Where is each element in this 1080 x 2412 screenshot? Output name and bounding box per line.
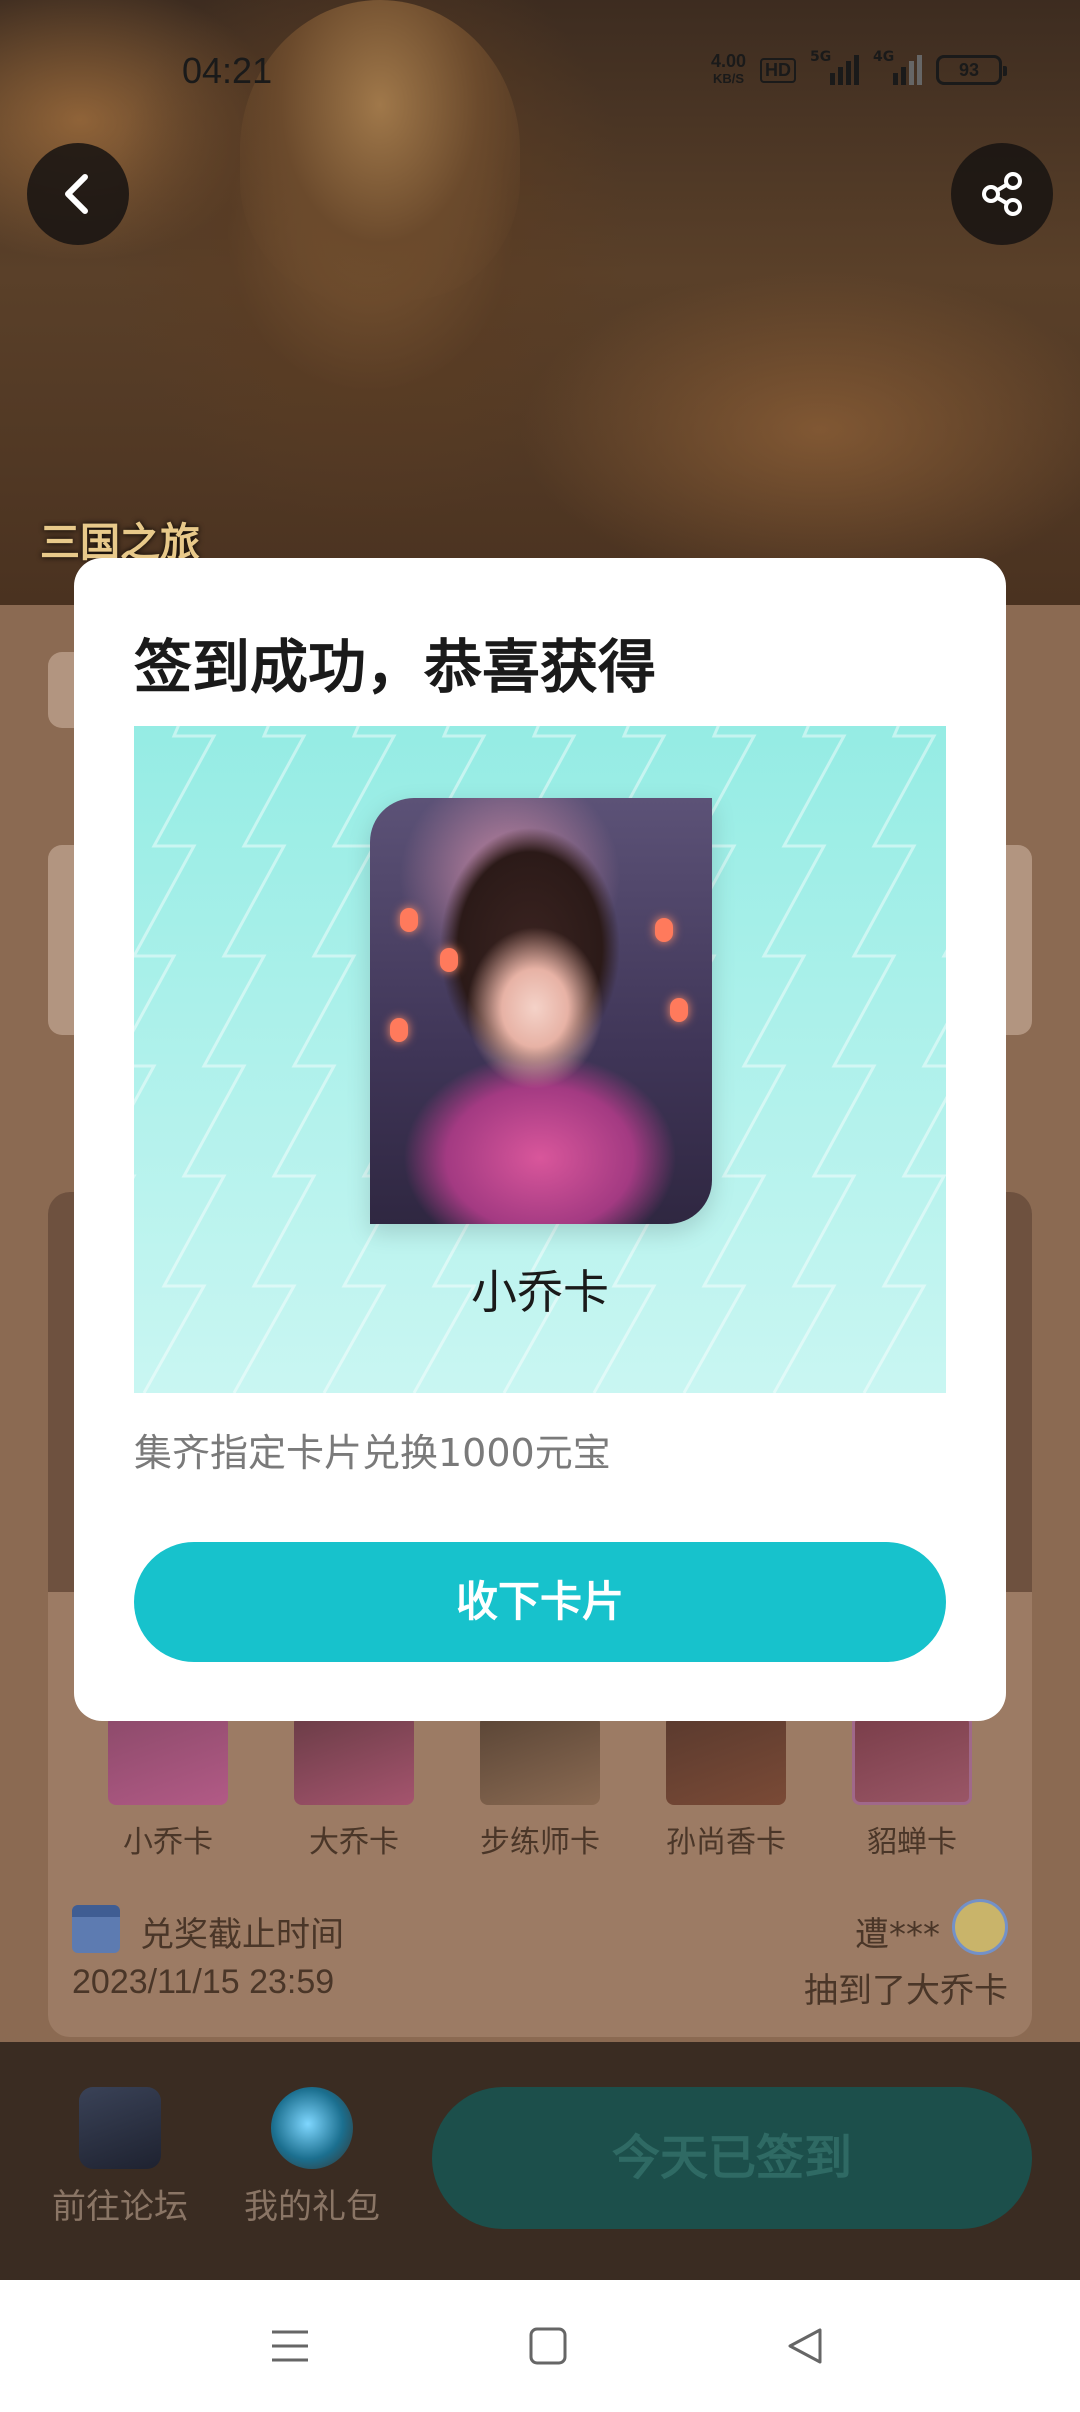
- collection-card-name: 大乔卡: [309, 1825, 399, 1860]
- collection-card[interactable]: 大乔卡: [274, 1715, 434, 1861]
- sign-in-success-dialog: 签到成功，恭喜获得 小乔卡 集齐指定卡片兑换1000元宝 收下卡片: [74, 558, 1006, 1721]
- card-thumbnail: [480, 1715, 600, 1805]
- chevron-left-icon: [65, 174, 88, 214]
- card-collection-row: 小乔卡 大乔卡 步练师卡 孙尚香卡 貂蝉卡: [88, 1715, 992, 1861]
- back-triangle-icon[interactable]: [786, 2326, 826, 2366]
- winner-description: 抽到了大乔卡: [804, 1971, 1008, 2011]
- collection-card[interactable]: 孙尚香卡: [646, 1715, 806, 1861]
- gift-icon: [271, 2087, 353, 2169]
- card-thumbnail: [294, 1715, 414, 1805]
- status-icons: 4.00 KB/S HD 5G 4G 93: [710, 49, 1007, 88]
- signed-in-button[interactable]: 今天已签到: [432, 2087, 1032, 2229]
- hd-voice-icon: HD: [760, 57, 796, 83]
- collection-card[interactable]: 貂蝉卡: [832, 1715, 992, 1861]
- gift-label: 我的礼包: [244, 2187, 380, 2227]
- network-speed: 4.00 KB/S: [710, 51, 746, 86]
- forum-icon: [79, 2087, 161, 2169]
- dialog-description: 集齐指定卡片兑换1000元宝: [134, 1431, 611, 1475]
- system-nav-bar: [0, 2280, 1080, 2412]
- reward-card-name: 小乔卡: [471, 1265, 609, 1319]
- deadline-value: 2023/11/15 23:59: [72, 1963, 335, 2001]
- collection-card-name: 貂蝉卡: [867, 1825, 957, 1860]
- menu-icon[interactable]: [268, 2326, 312, 2366]
- card-thumbnail: [666, 1715, 786, 1805]
- collection-card-name: 孙尚香卡: [666, 1825, 786, 1860]
- collection-card[interactable]: 步练师卡: [460, 1715, 620, 1861]
- signal-4g-icon: 4G: [873, 49, 922, 85]
- status-time: 04:21: [182, 50, 273, 91]
- deadline-row: 兑奖截止时间 2023/11/15 23:59 遭*** 抽到了大乔卡: [72, 1899, 1008, 2015]
- share-button[interactable]: [951, 143, 1053, 245]
- share-icon: [982, 172, 1022, 216]
- collection-card-name: 小乔卡: [123, 1825, 213, 1860]
- card-thumbnail: [852, 1715, 972, 1805]
- forum-button[interactable]: 前往论坛: [30, 2087, 210, 2228]
- calendar-icon: [72, 1905, 120, 1953]
- collection-card-name: 步练师卡: [480, 1825, 600, 1860]
- reward-card-image: [370, 798, 712, 1224]
- signal-5g-icon: 5G: [810, 49, 859, 85]
- winner-name: 遭***: [855, 1915, 940, 1955]
- bottom-action-bar: 前往论坛 我的礼包 今天已签到: [0, 2042, 1080, 2280]
- home-square-icon[interactable]: [528, 2326, 568, 2366]
- battery-icon: 93: [936, 55, 1007, 85]
- avatar: [952, 1899, 1008, 1955]
- back-button[interactable]: [27, 143, 129, 245]
- dialog-title: 签到成功，恭喜获得: [134, 633, 657, 701]
- accept-card-button[interactable]: 收下卡片: [134, 1542, 946, 1662]
- card-thumbnail: [108, 1715, 228, 1805]
- status-bar: 04:21 4.00 KB/S HD 5G 4G 93: [0, 40, 1080, 100]
- gift-button[interactable]: 我的礼包: [222, 2087, 402, 2228]
- collection-card[interactable]: 小乔卡: [88, 1715, 248, 1861]
- deadline-label: 兑奖截止时间: [140, 1915, 344, 1955]
- reward-panel: 小乔卡: [134, 726, 946, 1393]
- forum-label: 前往论坛: [52, 2187, 188, 2227]
